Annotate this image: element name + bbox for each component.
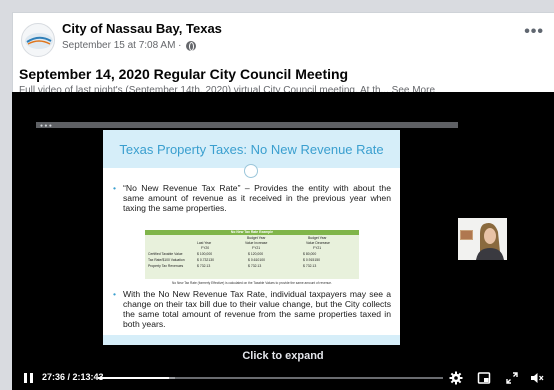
- post-title: September 14, 2020 Regular City Council …: [19, 66, 349, 82]
- slide-title: Texas Property Taxes: No New Revenue Rat…: [119, 142, 384, 157]
- table-footnote: No New Tax Rate (formerly Effective) is …: [172, 281, 332, 285]
- settings-gear-icon[interactable]: [449, 371, 463, 385]
- mini-player-icon[interactable]: [477, 371, 491, 385]
- seek-bar[interactable]: [98, 377, 443, 379]
- table-body: Budget Year Budget Year Last Year Value …: [145, 235, 359, 279]
- presentation-slide: Texas Property Taxes: No New Revenue Rat…: [103, 130, 400, 345]
- table-cell-c: $ 80,000: [303, 252, 317, 256]
- table-cell-c: $ 732.13: [303, 264, 317, 268]
- table-cell-a: $ 732.13: [197, 264, 211, 268]
- table-cell-label: Certified Taxable Value: [148, 252, 183, 256]
- table-row: FY20 FY21 FY21: [145, 246, 359, 251]
- speaker-webcam-thumbnail: [458, 218, 507, 260]
- slide-bullet-2: • With the No New Revenue Tax Rate, indi…: [113, 289, 391, 329]
- globe-icon: [185, 40, 196, 51]
- more-options-button[interactable]: •••: [524, 23, 544, 41]
- shared-screen-toolbar: ● ● ●: [36, 122, 458, 129]
- table-col-a-bot: FY20: [201, 246, 210, 250]
- window-dots-icon: ● ● ●: [40, 123, 52, 129]
- playback-time: 27:36 / 2:13:43: [42, 372, 104, 382]
- table-cell-label: Property Tax Revenues: [148, 264, 184, 268]
- slide-bullet-1-text: “No New Revenue Tax Rate” – Provides the…: [123, 183, 391, 213]
- seek-bar-played[interactable]: [98, 377, 170, 379]
- slide-bullet-2-text: With the No New Revenue Tax Rate, indivi…: [123, 289, 391, 329]
- table-cell-c: $ 0.915150: [303, 258, 320, 262]
- post-timestamp-text[interactable]: September 15 at 7:08 AM ·: [62, 40, 182, 51]
- table-row: Tax Rate/$100 Valuation $ 0.732130 $ 0.6…: [145, 258, 359, 263]
- page-background: City of Nassau Bay, Texas September 15 a…: [0, 0, 554, 390]
- slide-footer-band: [103, 335, 400, 345]
- fullscreen-icon[interactable]: [505, 371, 519, 385]
- video-controls-bar: 27:36 / 2:13:43: [12, 366, 554, 390]
- post-timestamp[interactable]: September 15 at 7:08 AM ·: [62, 40, 196, 51]
- page-name-link[interactable]: City of Nassau Bay, Texas: [62, 21, 222, 36]
- table-cell-b: $ 120,000: [248, 252, 264, 256]
- table-row: Property Tax Revenues $ 732.13 $ 732.13 …: [145, 264, 359, 269]
- bullet-dot-icon: •: [113, 183, 117, 193]
- video-player[interactable]: ● ● ● Texas Property Taxes: No New Reven…: [12, 92, 554, 390]
- bullet-dot-icon: •: [113, 289, 117, 299]
- table-col-c-bot: FY21: [313, 246, 322, 250]
- table-cell-label: Tax Rate/$100 Valuation: [148, 258, 185, 262]
- table-cell-b: $ 0.610100: [248, 258, 265, 262]
- tax-rate-table: No New Tax Rate Example Budget Year Budg…: [145, 230, 359, 285]
- table-cell-a: $ 100,000: [197, 252, 213, 256]
- table-row: Certified Taxable Value $ 100,000 $ 120,…: [145, 252, 359, 257]
- table-cell-a: $ 0.732130: [197, 258, 214, 262]
- slide-bullet-1: • “No New Revenue Tax Rate” – Provides t…: [113, 183, 391, 213]
- click-to-expand-hint[interactable]: Click to expand: [12, 350, 554, 362]
- page-avatar[interactable]: [21, 23, 55, 57]
- volume-icon[interactable]: [530, 371, 544, 385]
- slide-circle-ornament: [244, 164, 258, 178]
- table-cell-b: $ 732.13: [248, 264, 262, 268]
- pause-icon[interactable]: [24, 373, 33, 383]
- table-col-b-bot: FY21: [252, 246, 261, 250]
